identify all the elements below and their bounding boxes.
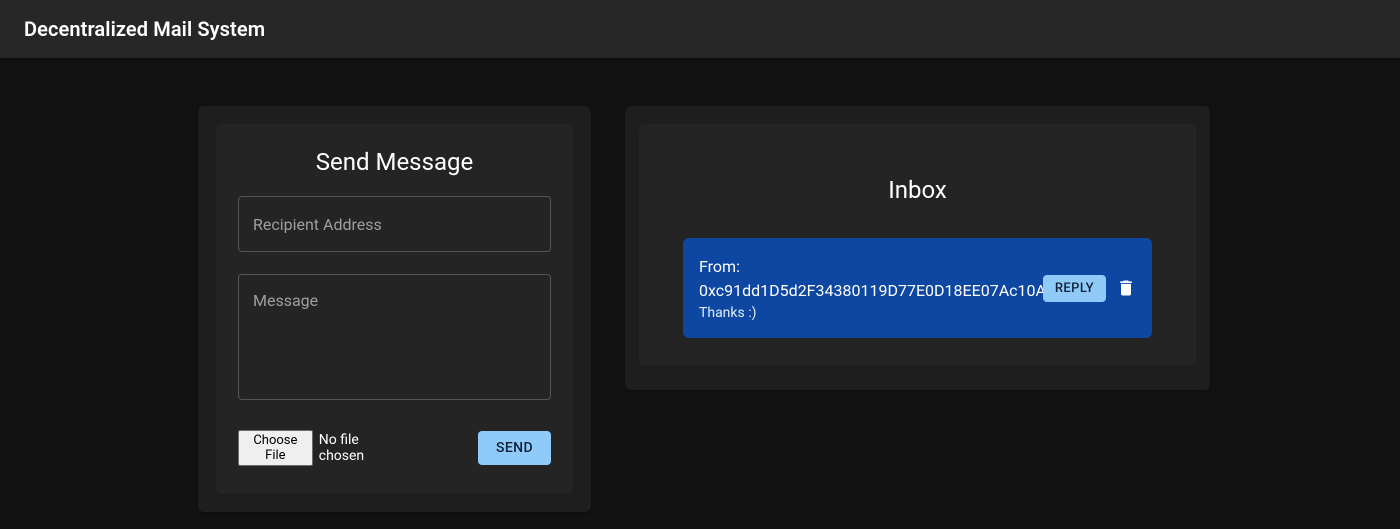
send-title: Send Message [238, 148, 551, 176]
file-status-label: No file chosen [319, 432, 396, 464]
app-title: Decentralized Mail System [24, 17, 265, 41]
delete-icon[interactable] [1116, 277, 1136, 299]
reply-button[interactable]: REPLY [1043, 275, 1106, 302]
send-message-inner: Send Message Choose File No file chosen … [216, 124, 573, 494]
inbox-message-body: Thanks :) [699, 305, 1033, 321]
inbox-message-text: From: 0xc91dd1D5d2F34380119D77E0D18EE07A… [699, 255, 1033, 321]
choose-file-button[interactable]: Choose File [238, 430, 313, 466]
send-actions-row: Choose File No file chosen SEND [238, 430, 551, 466]
send-button[interactable]: SEND [478, 431, 551, 465]
from-label: From: [699, 257, 740, 276]
send-message-card: Send Message Choose File No file chosen … [198, 106, 591, 512]
inbox-message-actions: REPLY [1043, 275, 1136, 302]
main-container: Send Message Choose File No file chosen … [0, 58, 1400, 512]
file-picker[interactable]: Choose File No file chosen [238, 430, 396, 466]
from-address: 0xc91dd1D5d2F34380119D77E0D18EE07Ac10A39… [699, 281, 1082, 300]
message-textarea[interactable] [238, 274, 551, 400]
inbox-message: From: 0xc91dd1D5d2F34380119D77E0D18EE07A… [683, 238, 1152, 338]
inbox-title: Inbox [683, 176, 1152, 204]
recipient-address-input[interactable] [238, 196, 551, 252]
inbox-card: Inbox From: 0xc91dd1D5d2F34380119D77E0D1… [625, 106, 1210, 390]
inbox-inner: Inbox From: 0xc91dd1D5d2F34380119D77E0D1… [639, 124, 1196, 366]
appbar: Decentralized Mail System [0, 0, 1400, 58]
